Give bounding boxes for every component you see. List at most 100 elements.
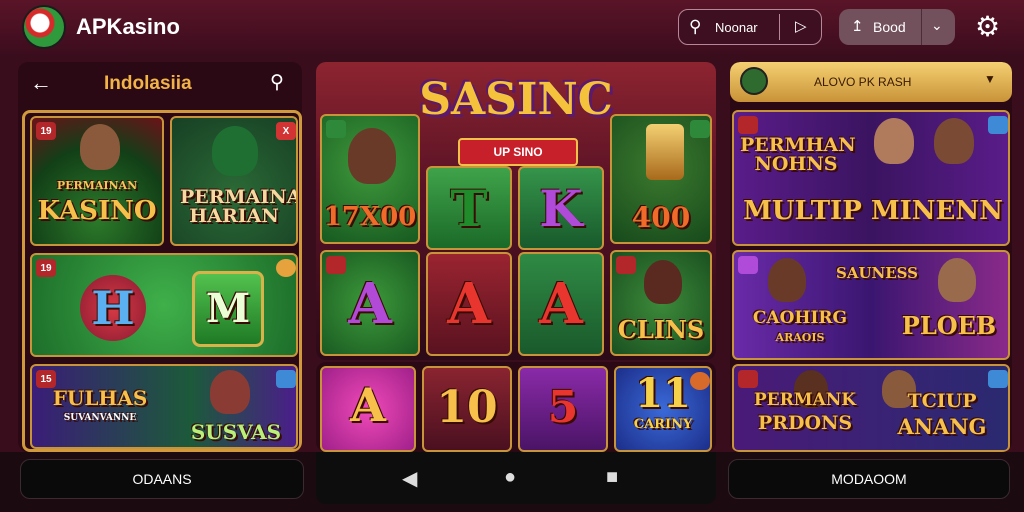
promo-dropdown-label: ALOVO PK RASH — [814, 75, 912, 89]
game-tile[interactable]: SAUNESS CAOHIRG ARAOIS PLOEB — [732, 250, 1010, 360]
tile-title-secondary: SUSVAS — [190, 420, 282, 444]
coin-icon — [690, 120, 710, 138]
game-tile[interactable]: X PERMAINAN HARIAN — [170, 116, 298, 246]
tile-subtitle: PERMAINAN — [56, 179, 138, 192]
game-tile[interactable]: 19 PERMAINAN KASINO — [30, 116, 164, 246]
tile-badge — [616, 256, 636, 274]
avatar — [210, 370, 250, 414]
avatar — [934, 118, 974, 164]
slot-tile[interactable]: 5 — [518, 366, 608, 452]
tile-title-tertiary: PLOEB — [901, 311, 997, 340]
left-game-grid: 19 PERMAINAN KASINO X PERMAINAN HARIAN 1… — [22, 110, 302, 452]
slot-symbol: 5 — [547, 382, 579, 433]
slot-tile[interactable]: 11 CARINY — [614, 366, 712, 452]
slot-symbol: A — [348, 271, 392, 337]
upload-icon: ↥ — [851, 18, 864, 35]
tile-title-quaternary: ANANG — [897, 414, 987, 439]
tile-title-secondary: MULTIP MINENN — [743, 196, 1003, 226]
tile-title-secondary: PRDONS — [757, 412, 853, 434]
tile-badge — [738, 256, 758, 274]
left-panel-title: Indolasiia — [104, 73, 192, 94]
tile-badge — [738, 370, 758, 388]
tile-title-secondary: CAOHIRG — [752, 308, 848, 328]
left-panel-header: ← Indolasiia ⚲ — [18, 62, 302, 106]
search-box[interactable]: ⚲ Noonar ▷ — [678, 9, 822, 45]
slot-tile[interactable]: K — [518, 166, 604, 250]
info-icon — [988, 370, 1008, 388]
avatar — [348, 128, 396, 184]
slot-tile[interactable]: A — [320, 366, 416, 452]
slot-symbol: A — [539, 271, 583, 337]
tile-title: PERMAINAN HARIAN — [180, 186, 296, 227]
center-panel-lower: A 10 5 11 CARINY — [316, 362, 716, 452]
game-tile[interactable]: CLINS — [610, 250, 712, 356]
tile-title: PERMANK — [753, 390, 857, 410]
game-tile[interactable]: 400 — [610, 114, 712, 244]
casino-subtitle-banner: UP SINO — [458, 138, 578, 166]
avatar — [80, 124, 120, 170]
coin-icon — [326, 120, 346, 138]
chevron-down-icon[interactable]: ⌄ — [931, 17, 943, 34]
avatar — [874, 118, 914, 164]
account-button[interactable]: ↥ Bood ⌄ — [839, 9, 955, 45]
slot-tile[interactable]: T — [426, 166, 512, 250]
game-tile[interactable]: 17X00 — [320, 114, 420, 244]
coin-icon — [276, 259, 296, 277]
home-circle-icon[interactable]: ● — [504, 466, 516, 489]
game-tile[interactable]: PERMHAN NOHNS MULTIP MINENN — [732, 110, 1010, 246]
slot-tile[interactable]: A — [426, 252, 512, 356]
slot-symbol: K — [539, 179, 583, 238]
bottom-right-button[interactable]: MODAOOM — [728, 459, 1010, 499]
tile-subtitle: CARINY — [633, 417, 693, 432]
tile-badge: 19 — [36, 259, 56, 277]
avatar — [740, 67, 768, 95]
left-panel: ← Indolasiia ⚲ 19 PERMAINAN KASINO X PER… — [18, 62, 302, 452]
gear-icon[interactable]: ⚙ — [975, 10, 1000, 43]
tile-title-tertiary: TCIUP — [907, 390, 977, 412]
search-icon[interactable]: ⚲ — [270, 71, 284, 94]
bottom-left-button[interactable]: ODAANS — [20, 459, 304, 499]
chevron-down-icon[interactable]: ▼ — [984, 72, 996, 86]
trophy-icon — [646, 124, 684, 180]
back-triangle-icon[interactable]: ◀ — [402, 466, 417, 491]
slot-symbol: A — [447, 271, 491, 337]
account-label: Bood — [873, 19, 906, 35]
tile-title: PERMHAN NOHNS — [740, 134, 856, 175]
tile-title: CLINS — [617, 315, 705, 344]
search-divider — [779, 14, 780, 40]
slot-tile[interactable]: A — [320, 250, 420, 356]
slot-tile[interactable]: 10 — [422, 366, 512, 452]
close-icon[interactable]: X — [276, 122, 296, 140]
tile-subtitle: SUVANVANNE — [63, 413, 137, 423]
slot-symbol: 10 — [436, 382, 498, 433]
tile-badge — [738, 116, 758, 134]
promo-dropdown[interactable]: ALOVO PK RASH ▼ — [730, 62, 1012, 102]
avatar — [768, 258, 806, 302]
avatar — [644, 260, 682, 304]
back-arrow-icon[interactable]: ← — [30, 70, 52, 96]
top-bar: APKasino ⚲ Noonar ▷ ↥ Bood ⌄ ⚙ — [0, 0, 1024, 54]
center-panel: SASINC UP SINO 17X00 T K 400 A A A CLINS — [316, 62, 716, 360]
brand-name: APKasino — [76, 14, 180, 39]
slot-symbol: M — [192, 271, 264, 347]
tile-title: FULHAS — [52, 386, 148, 410]
tile-title: KASINO — [37, 196, 157, 226]
info-icon — [276, 370, 296, 388]
app-logo[interactable] — [24, 7, 64, 47]
slot-tile[interactable]: A — [518, 252, 604, 356]
game-tile[interactable]: 15 FULHAS SUVANVANNE SUSVAS — [30, 364, 298, 449]
avatar — [938, 258, 976, 302]
tile-badge — [326, 256, 346, 274]
game-tile[interactable]: PERMANK PRDONS TCIUP ANANG — [732, 364, 1010, 452]
tile-subtitle: ARAOIS — [775, 331, 825, 344]
tile-title: SAUNESS — [835, 264, 919, 282]
account-divider — [921, 9, 922, 45]
system-nav-bar: ◀ ● ■ — [316, 452, 716, 504]
play-icon[interactable]: ▷ — [795, 17, 807, 35]
search-input[interactable]: Noonar — [715, 20, 758, 35]
right-panel: ALOVO PK RASH ▼ PERMHAN NOHNS MULTIP MIN… — [730, 62, 1012, 452]
recents-square-icon[interactable]: ■ — [606, 466, 618, 489]
tile-title: 17X00 — [323, 202, 417, 232]
slot-symbol: H — [80, 275, 146, 341]
game-tile[interactable]: 19 H M — [30, 253, 298, 357]
